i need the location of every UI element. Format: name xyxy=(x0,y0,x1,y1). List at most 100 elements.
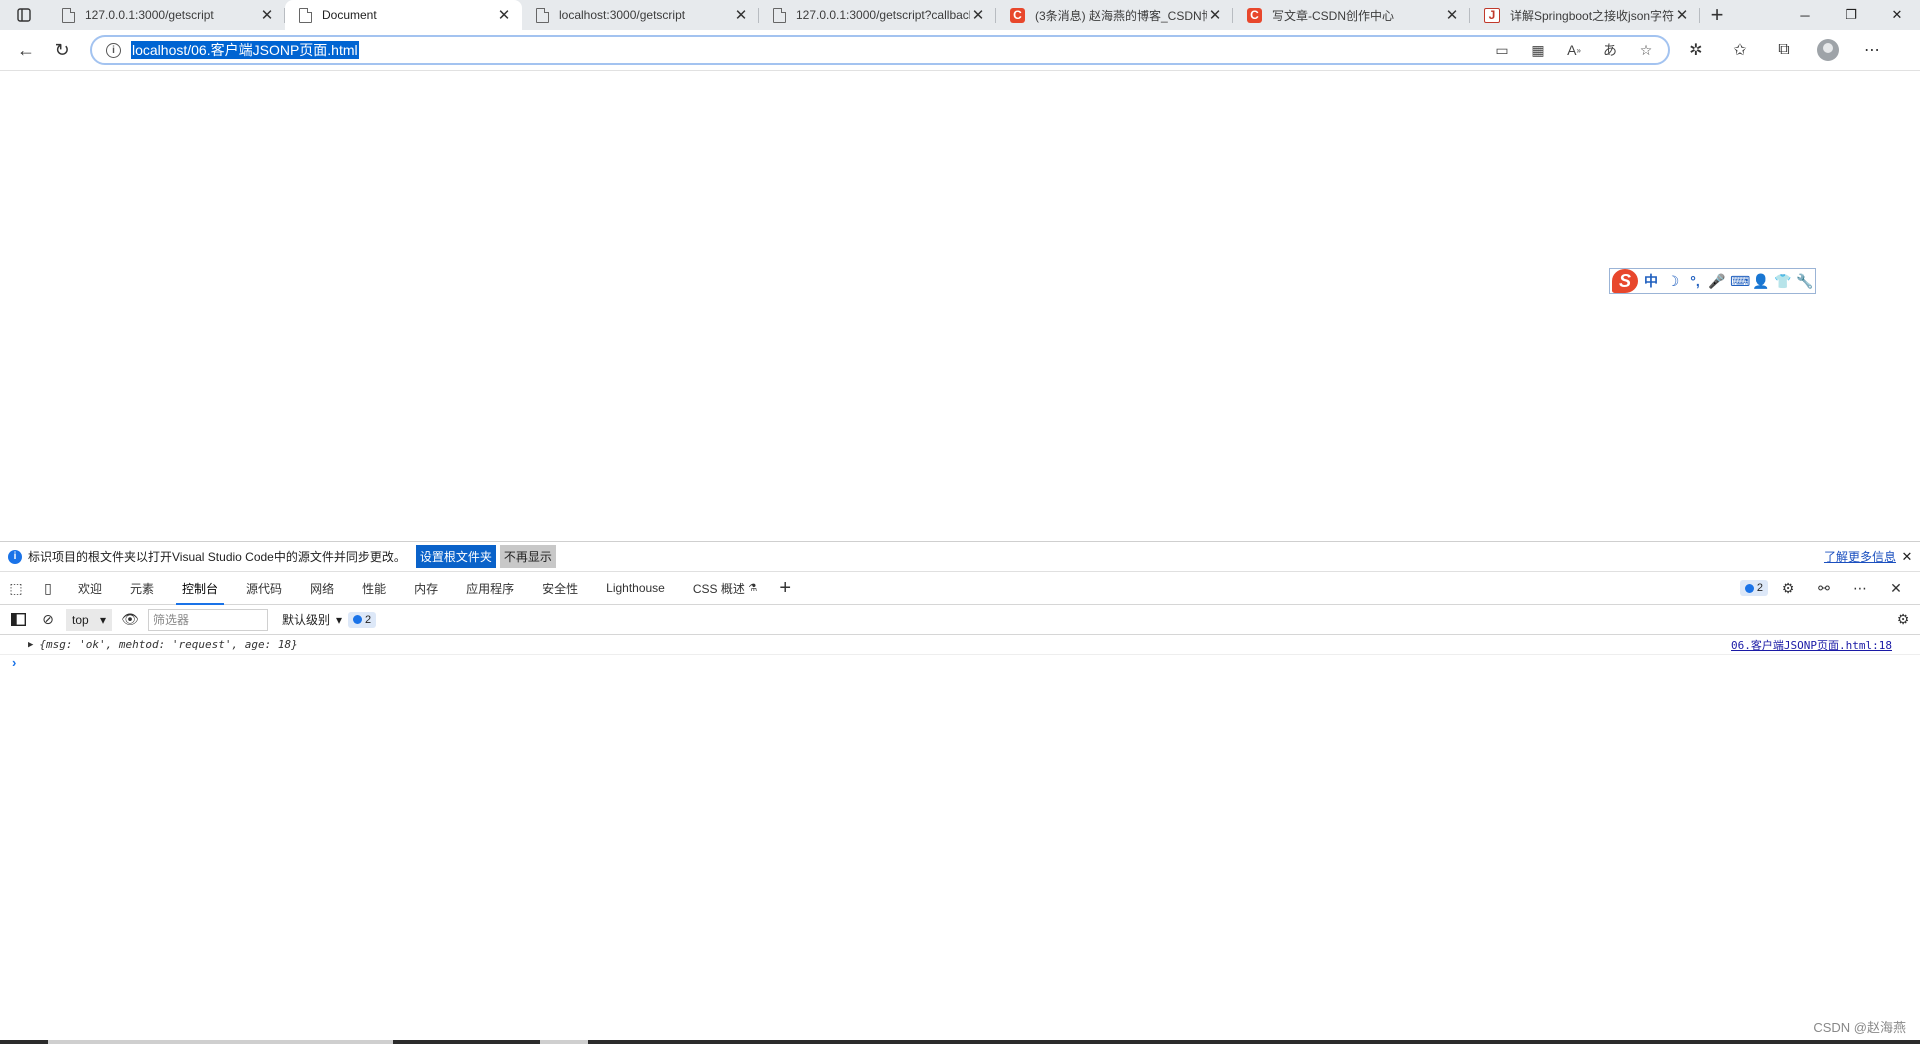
console-prompt[interactable]: › xyxy=(0,655,1920,673)
toolbar-right: ✲ ✩ ⧉ ⋯ xyxy=(1680,35,1888,65)
devtools-tabbar: ⬚ ▯ 欢迎 元素 控制台 源代码 网络 性能 内存 应用程序 安全性 Ligh… xyxy=(0,572,1920,605)
console-toolbar: ⊘ top ▾ 👁 筛选器 默认级别 ▾ 2 ⚙ xyxy=(0,605,1920,635)
tab-network[interactable]: 网络 xyxy=(296,572,348,605)
tab-actions-button[interactable] xyxy=(0,0,48,30)
tab-lighthouse[interactable]: Lighthouse xyxy=(592,572,679,605)
tab-elements[interactable]: 元素 xyxy=(116,572,168,605)
close-icon[interactable]: ✕ xyxy=(733,7,749,24)
reload-button[interactable]: ↻ xyxy=(44,34,80,66)
moon-icon[interactable]: ☽ xyxy=(1664,273,1682,290)
set-root-folder-button[interactable]: 设置根文件夹 xyxy=(415,545,496,568)
minimize-icon: ─ xyxy=(1800,7,1810,23)
close-icon[interactable]: ✕ xyxy=(259,7,275,24)
back-button[interactable]: ← xyxy=(8,34,44,66)
microphone-icon[interactable]: 🎤 xyxy=(1708,273,1726,290)
favorites-icon[interactable]: ✩ xyxy=(1724,35,1756,65)
tab-actions-icon xyxy=(17,8,31,22)
more-options-icon[interactable]: ⋯ xyxy=(1844,573,1876,603)
console-settings-gear-icon[interactable]: ⚙ xyxy=(1896,608,1920,632)
minimize-button[interactable]: ─ xyxy=(1782,0,1828,30)
browser-tab-4[interactable]: 127.0.0.1:3000/getscript?callback ✕ xyxy=(759,0,996,30)
restore-icon: ❐ xyxy=(1845,7,1857,22)
url-text[interactable]: localhost/06.客户端JSONP页面.html xyxy=(131,40,359,60)
infobar-message: 标识项目的根文件夹以打开Visual Studio Code中的源文件并同步更改… xyxy=(28,550,406,564)
inspect-element-icon[interactable]: ⬚ xyxy=(0,573,32,603)
devtools-actions: 2 ⚙ ⚯ ⋯ ✕ xyxy=(1739,573,1920,603)
close-window-button[interactable]: ✕ xyxy=(1874,0,1920,30)
close-icon[interactable]: ✕ xyxy=(1207,7,1223,24)
profile-button[interactable] xyxy=(1812,35,1844,65)
sidebar-toggle-icon[interactable] xyxy=(6,608,30,632)
extensions-icon[interactable]: ✲ xyxy=(1680,35,1712,65)
browser-tab-6[interactable]: C 写文章-CSDN创作中心 ✕ xyxy=(1233,0,1470,30)
context-value: top xyxy=(72,612,89,627)
context-select[interactable]: top ▾ xyxy=(66,608,112,631)
close-icon[interactable]: ✕ xyxy=(496,7,512,24)
tab-title: localhost:3000/getscript xyxy=(559,8,686,22)
tab-sources[interactable]: 源代码 xyxy=(232,572,296,605)
issues-badge[interactable]: 2 xyxy=(1739,580,1768,596)
more-tools-button[interactable]: + xyxy=(771,577,799,600)
tab-title: 127.0.0.1:3000/getscript xyxy=(85,8,214,22)
console-message-badge[interactable]: 2 xyxy=(348,611,377,628)
j-icon: J xyxy=(1484,7,1500,23)
expand-triangle-icon[interactable]: ▶ xyxy=(28,640,33,650)
sogou-logo-icon[interactable]: S xyxy=(1612,269,1638,293)
learn-more-link[interactable]: 了解更多信息 xyxy=(1824,548,1896,565)
skin-icon[interactable]: 👕 xyxy=(1774,273,1792,290)
tab-title: (3条消息) 赵海燕的博客_CSDN博 xyxy=(1035,8,1207,23)
wrench-icon[interactable]: 🔧 xyxy=(1796,273,1814,290)
devtools-panel: i 标识项目的根文件夹以打开Visual Studio Code中的源文件并同步… xyxy=(0,541,1920,1044)
filter-input[interactable]: 筛选器 xyxy=(148,608,268,631)
settings-gear-icon[interactable]: ⚙ xyxy=(1772,573,1804,603)
browser-tab-7[interactable]: J 详解Springboot之接收json字符串 ✕ xyxy=(1470,0,1700,30)
tab-title: 写文章-CSDN创作中心 xyxy=(1272,8,1394,23)
add-favorite-icon[interactable]: ☆ xyxy=(1634,40,1658,60)
keyboard-icon[interactable]: ⌨ xyxy=(1730,273,1750,290)
close-icon[interactable]: ✕ xyxy=(1674,7,1690,24)
browser-tab-1[interactable]: 127.0.0.1:3000/getscript ✕ xyxy=(48,0,285,30)
clear-console-icon[interactable]: ⊘ xyxy=(36,608,60,632)
qr-code-icon[interactable]: ▦ xyxy=(1526,40,1550,60)
message-icon xyxy=(1744,583,1754,593)
dropdown-arrow-icon: ▾ xyxy=(99,612,106,627)
browser-tab-3[interactable]: localhost:3000/getscript ✕ xyxy=(522,0,759,30)
restore-button[interactable]: ❐ xyxy=(1828,0,1874,30)
address-toolbar: ← ↻ i localhost/06.客户端JSONP页面.html ▭ ▦ A… xyxy=(0,30,1920,71)
tab-performance[interactable]: 性能 xyxy=(348,572,400,605)
browser-tab-5[interactable]: C (3条消息) 赵海燕的博客_CSDN博 ✕ xyxy=(996,0,1233,30)
close-icon[interactable]: ✕ xyxy=(1444,7,1460,24)
log-object: {msg: 'ok', mehtod: 'request', age: 18} xyxy=(39,638,298,651)
app-available-icon[interactable]: ▭ xyxy=(1490,40,1514,60)
new-tab-button[interactable]: + xyxy=(1700,0,1734,30)
address-bar[interactable]: i localhost/06.客户端JSONP页面.html ▭ ▦ A» あ … xyxy=(90,35,1670,65)
punctuation-icon[interactable]: °, xyxy=(1686,273,1704,289)
site-info-icon[interactable]: i xyxy=(106,42,121,58)
close-devtools-icon[interactable]: ✕ xyxy=(1880,573,1912,603)
tab-application[interactable]: 应用程序 xyxy=(452,572,528,605)
taskbar-edge xyxy=(0,1040,1920,1044)
translate-icon[interactable]: あ xyxy=(1598,40,1622,60)
read-aloud-icon[interactable]: A» xyxy=(1562,40,1586,60)
log-source-link[interactable]: 06.客户端JSONP页面.html:18 xyxy=(1731,637,1892,653)
close-icon[interactable]: ✕ xyxy=(1896,549,1918,565)
console-log-entry[interactable]: ▶ {msg: 'ok', mehtod: 'request', age: 18… xyxy=(0,635,1920,655)
csdn-watermark: CSDN @赵海燕 xyxy=(1813,1020,1906,1035)
close-icon[interactable]: ✕ xyxy=(970,7,986,24)
csdn-icon: C xyxy=(1010,7,1025,23)
more-menu-icon[interactable]: ⋯ xyxy=(1856,35,1888,65)
tab-memory[interactable]: 内存 xyxy=(400,572,452,605)
device-emulation-icon[interactable]: ▯ xyxy=(32,573,64,603)
collections-icon[interactable]: ⧉ xyxy=(1768,35,1800,65)
user-icon[interactable]: 👤 xyxy=(1752,273,1770,290)
live-expression-eye-icon[interactable]: 👁 xyxy=(118,608,142,632)
browser-tab-2[interactable]: Document ✕ xyxy=(285,0,522,30)
connect-device-icon[interactable]: ⚯ xyxy=(1808,573,1840,603)
ime-mode-chinese[interactable]: 中 xyxy=(1642,271,1660,291)
tab-css-overview[interactable]: CSS 概述 ⚗ xyxy=(679,572,771,605)
tab-console[interactable]: 控制台 xyxy=(168,572,232,605)
tab-welcome[interactable]: 欢迎 xyxy=(64,572,116,605)
dont-show-again-button[interactable]: 不再显示 xyxy=(499,545,556,568)
tab-security[interactable]: 安全性 xyxy=(528,572,592,605)
log-level-select[interactable]: 默认级别 ▾ xyxy=(282,611,342,628)
